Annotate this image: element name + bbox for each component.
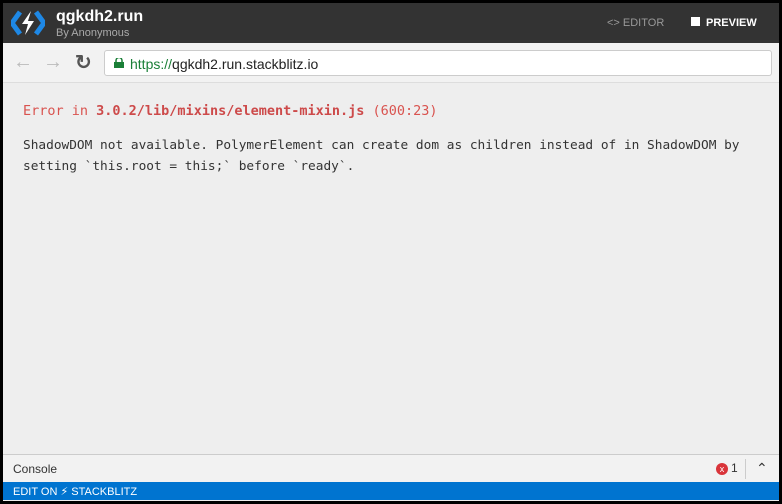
bolt-icon: ⚡︎ <box>60 486 69 498</box>
url-text: https://qgkdh2.run.stackblitz.io <box>130 56 318 72</box>
preview-label: PREVIEW <box>706 17 757 29</box>
error-prefix: Error in <box>23 103 97 119</box>
address-bar[interactable]: https://qgkdh2.run.stackblitz.io <box>104 50 772 76</box>
error-count: 1 <box>731 461 738 475</box>
chevron-up-icon[interactable]: ⌃ <box>756 460 768 477</box>
reload-icon[interactable]: ↻ <box>75 50 92 75</box>
browser-toolbar: ← → ↻ https://qgkdh2.run.stackblitz.io <box>3 43 779 83</box>
error-overlay: Error in 3.0.2/lib/mixins/element-mixin.… <box>23 103 763 177</box>
preview-tab[interactable]: PREVIEW <box>691 17 757 29</box>
app-header: qgkdh2.run By Anonymous <> EDITOR PREVIE… <box>3 3 779 43</box>
edit-on-label: EDIT ON <box>13 486 58 498</box>
error-icon: x <box>716 463 728 475</box>
browser-window: qgkdh2.run By Anonymous <> EDITOR PREVIE… <box>3 3 779 501</box>
url-host: qgkdh2.run.stackblitz.io <box>172 56 319 72</box>
forward-icon[interactable]: → <box>43 51 63 74</box>
brand-label: STACKBLITZ <box>71 486 138 498</box>
error-message: ShadowDOM not available. PolymerElement … <box>23 138 740 174</box>
console-label: Console <box>13 462 58 476</box>
error-title: Error in 3.0.2/lib/mixins/element-mixin.… <box>23 103 763 119</box>
error-file: 3.0.2/lib/mixins/element-mixin.js <box>96 103 365 119</box>
url-scheme: https:// <box>130 56 173 72</box>
stackblitz-logo-icon <box>11 10 45 36</box>
divider <box>745 459 746 479</box>
project-author: By Anonymous <box>56 27 130 39</box>
back-icon[interactable]: ← <box>13 51 33 74</box>
project-title: qgkdh2.run <box>56 8 144 25</box>
error-location: (600:23) <box>364 103 438 119</box>
lock-icon <box>114 58 124 68</box>
editor-tab[interactable]: <> EDITOR <box>607 17 664 29</box>
edit-on-stackblitz-link[interactable]: EDIT ON ⚡︎ STACKBLITZ <box>3 482 779 500</box>
console-bar[interactable]: Console x 1 ⌃ <box>3 454 779 482</box>
preview-icon <box>691 17 700 26</box>
